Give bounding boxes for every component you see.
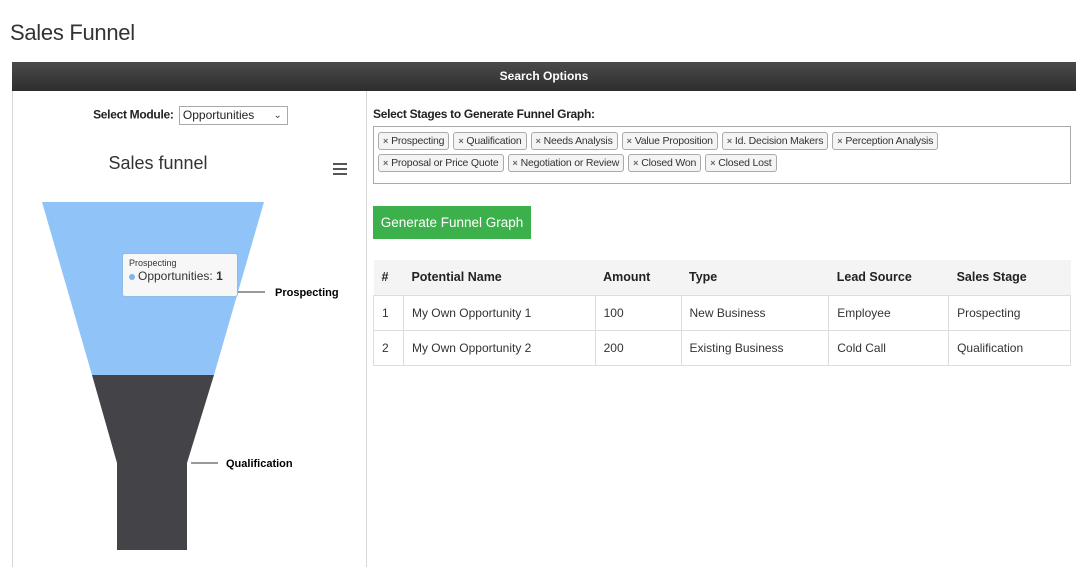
table-cell: Existing Business <box>680 329 830 366</box>
table-row[interactable]: 1 My Own Opportunity 1 100 New Business Empl… <box>373 294 1071 331</box>
stage-tag[interactable]: × Value Proposition <box>621 132 718 150</box>
table-cell: 200 <box>594 329 682 366</box>
chart-tooltip: Prospecting Opportunities: 1 <box>122 253 238 297</box>
series-dot-icon <box>129 273 135 280</box>
page-title: Sales Funnel <box>10 20 135 45</box>
remove-tag-icon[interactable]: × <box>513 158 518 168</box>
stage-tag-label: Needs Analysis <box>543 135 613 147</box>
stage-tag[interactable]: × Id. Decision Makers <box>721 132 829 150</box>
tooltip-value: 1 <box>216 269 223 283</box>
table-cell: Employee <box>828 294 950 331</box>
table-cell: 1 <box>373 294 404 331</box>
remove-tag-icon[interactable]: × <box>627 136 632 146</box>
funnel-label-prospecting: Prospecting <box>275 287 339 299</box>
remove-tag-icon[interactable]: × <box>727 136 732 146</box>
stages-multiselect[interactable]: × Prospecting × Qualification × Needs Analysi… <box>373 126 1071 184</box>
funnel-chart: Prospecting Qualification <box>42 202 339 550</box>
stage-tag-label: Value Proposition <box>634 135 713 147</box>
stage-tag[interactable]: × Closed Lost <box>705 154 777 172</box>
table-cell: 100 <box>594 294 682 331</box>
table-cell: My Own Opportunity 2 <box>402 329 596 366</box>
funnel-label-qualification: Qualification <box>226 458 293 470</box>
table-cell: Cold Call <box>828 329 950 366</box>
column-header[interactable]: Potential Name <box>403 260 596 296</box>
generate-funnel-graph-button[interactable]: Generate Funnel Graph <box>373 206 531 239</box>
remove-tag-icon[interactable]: × <box>383 158 388 168</box>
table-header-row: # Potential Name Amount Type Lead Source Sale… <box>373 260 1071 296</box>
search-options-bar[interactable]: Search Options <box>12 62 1076 91</box>
table-cell: My Own Opportunity 1 <box>402 294 596 331</box>
tooltip-body: Opportunities: 1 <box>129 269 231 283</box>
column-header[interactable]: Type <box>681 260 829 296</box>
remove-tag-icon[interactable]: × <box>710 158 715 168</box>
funnel-chart-panel: Select Module: Opportunities ⌄ Sales fun… <box>12 91 367 567</box>
column-header[interactable]: Lead Source <box>828 260 949 296</box>
table-cell: 2 <box>373 329 404 366</box>
remove-tag-icon[interactable]: × <box>383 136 388 146</box>
table-body: 1 My Own Opportunity 1 100 New Business Empl… <box>373 294 1071 366</box>
table-cell: Qualification <box>948 329 1071 366</box>
stage-tag[interactable]: × Proposal or Price Quote <box>378 154 504 172</box>
stage-tag-label: Proposal or Price Quote <box>391 157 499 169</box>
table-cell: Prospecting <box>948 294 1071 331</box>
stage-tag-label: Closed Won <box>641 157 697 169</box>
tooltip-series-name: Opportunities: <box>138 269 213 283</box>
stage-tag[interactable]: × Qualification <box>453 132 527 150</box>
table-cell: New Business <box>680 294 830 331</box>
stage-tag[interactable]: × Needs Analysis <box>530 132 618 150</box>
stage-tag-label: Closed Lost <box>718 157 772 169</box>
stage-tag[interactable]: × Negotiation or Review <box>507 154 625 172</box>
remove-tag-icon[interactable]: × <box>837 136 842 146</box>
remove-tag-icon[interactable]: × <box>536 136 541 146</box>
search-options-label: Search Options <box>499 69 589 83</box>
stage-tag-label: Qualification <box>466 135 522 147</box>
stage-tag-label: Id. Decision Makers <box>734 135 824 147</box>
stages-panel: Select Stages to Generate Funnel Graph: … <box>373 91 1073 567</box>
tooltip-header: Prospecting <box>129 258 177 268</box>
stage-tag-label: Perception Analysis <box>845 135 934 147</box>
stage-tag[interactable]: × Closed Won <box>628 154 702 172</box>
column-header[interactable]: # <box>373 260 404 296</box>
stage-tag-label: Negotiation or Review <box>520 157 620 169</box>
column-header[interactable]: Amount <box>595 260 682 296</box>
remove-tag-icon[interactable]: × <box>633 158 638 168</box>
opportunities-table: # Potential Name Amount Type Lead Source Sale… <box>373 260 1071 366</box>
stage-tag-label: Prospecting <box>391 135 445 147</box>
stage-tags: × Prospecting × Qualification × Needs Analysi… <box>378 132 1066 172</box>
table-row[interactable]: 2 My Own Opportunity 2 200 Existing Busines… <box>373 329 1071 366</box>
stage-tag[interactable]: × Prospecting <box>378 132 450 150</box>
stages-label: Select Stages to Generate Funnel Graph: <box>373 107 595 121</box>
column-header[interactable]: Sales Stage <box>948 260 1071 296</box>
remove-tag-icon[interactable]: × <box>458 136 463 146</box>
stage-tag[interactable]: × Perception Analysis <box>832 132 939 150</box>
